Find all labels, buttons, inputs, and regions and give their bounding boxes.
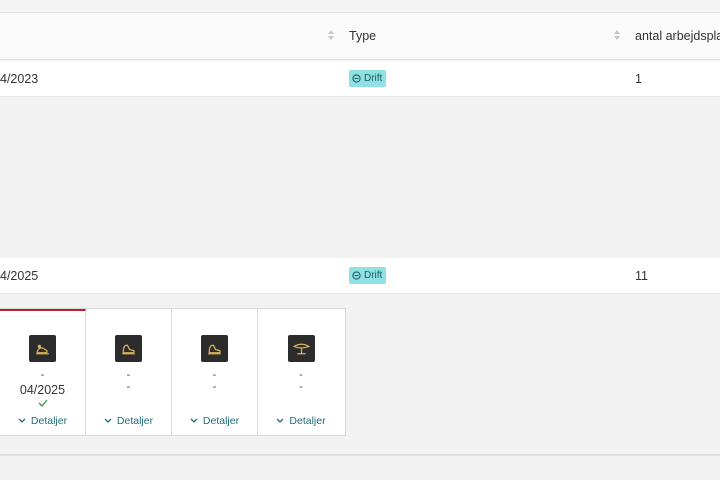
row-date: 4/2023 <box>0 71 39 86</box>
column-header-type[interactable]: Type <box>349 13 376 59</box>
row-count: 11 <box>635 268 648 283</box>
chevron-down-icon <box>18 418 26 423</box>
card-date: 04/2025 <box>19 383 66 397</box>
chevron-down-icon <box>276 418 284 423</box>
card-value: - <box>212 369 217 381</box>
check-icon <box>38 399 47 407</box>
details-label: Detaljer <box>116 415 154 427</box>
chevron-down-icon <box>104 418 112 423</box>
product-card[interactable]: - - Detaljer <box>172 309 258 435</box>
column-header-workplaces[interactable]: antal arbejdspla <box>635 13 720 59</box>
card-value: - <box>299 381 303 393</box>
table-row[interactable]: 4/2025 Drift 11 <box>0 258 720 294</box>
chevron-down-icon <box>190 418 198 423</box>
card-value: - <box>299 369 303 381</box>
bottom-area <box>0 456 720 480</box>
row-count: 1 <box>635 71 642 86</box>
clock-icon <box>352 74 361 83</box>
type-tag: Drift <box>349 267 387 284</box>
card-value: - <box>212 381 217 393</box>
details-button[interactable]: Detaljer <box>86 415 171 427</box>
card-value: - <box>126 369 131 381</box>
product-card-selected[interactable]: - 04/2025 Detaljer <box>0 309 86 435</box>
row-type: Drift <box>349 258 387 293</box>
sensor-icon <box>201 335 228 362</box>
row-date: 4/2025 <box>0 268 39 283</box>
sort-icon[interactable] <box>614 30 620 42</box>
type-tag: Drift <box>349 70 387 87</box>
clock-icon <box>352 271 361 280</box>
expanded-panel: - 04/2025 Detaljer - - Detaljer - - Deta… <box>0 294 720 454</box>
details-label: Detaljer <box>202 415 240 427</box>
details-button[interactable]: Detaljer <box>172 415 257 427</box>
table-row[interactable]: 4/2023 Drift 1 <box>0 61 720 97</box>
expanded-panel-empty <box>0 97 720 258</box>
card-value: - <box>40 369 45 381</box>
details-label: Detaljer <box>30 415 68 427</box>
table-header: Type antal arbejdspla <box>0 12 720 60</box>
sort-icon[interactable] <box>328 30 334 42</box>
lamp-icon <box>287 335 315 362</box>
type-tag-label: Drift <box>364 270 383 281</box>
card-value: - <box>126 381 131 393</box>
details-button[interactable]: Detaljer <box>0 415 85 427</box>
sensor-icon <box>115 335 142 362</box>
column-header-type-label: Type <box>349 29 377 43</box>
top-strip <box>0 0 720 12</box>
product-card[interactable]: - - Detaljer <box>86 309 172 435</box>
card-group: - 04/2025 Detaljer - - Detaljer - - Deta… <box>0 308 346 436</box>
sensor-icon <box>29 335 56 362</box>
column-header-workplaces-label: antal arbejdspla <box>635 29 720 43</box>
row-type: Drift <box>349 61 387 96</box>
product-card[interactable]: - - Detaljer <box>258 309 344 435</box>
type-tag-label: Drift <box>364 73 383 84</box>
details-label: Detaljer <box>289 415 326 427</box>
details-button[interactable]: Detaljer <box>258 415 344 427</box>
